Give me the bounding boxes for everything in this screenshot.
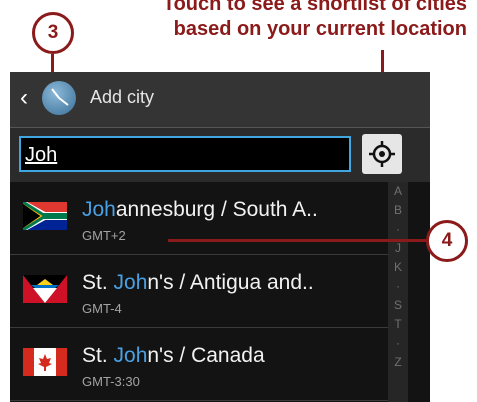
- index-letter[interactable]: K: [388, 258, 408, 277]
- city-match: Joh: [82, 198, 116, 221]
- index-letter[interactable]: ·: [388, 334, 408, 353]
- current-location-button[interactable]: [362, 134, 402, 174]
- city-gmt: GMT-3:30: [82, 374, 140, 389]
- callout-text: Touch to see a shortlist of cities based…: [87, 0, 467, 42]
- index-letter[interactable]: Z: [388, 353, 408, 372]
- antigua-flag-icon: [23, 275, 67, 303]
- page-title: Add city: [90, 87, 155, 107]
- index-letter[interactable]: B: [388, 201, 408, 220]
- city-row[interactable]: St. John's / Canada GMT-3:30: [10, 328, 388, 401]
- action-bar: ‹ Add city: [10, 72, 430, 128]
- callout-line-1: Touch to see a shortlist of cities: [162, 0, 467, 15]
- city-rest: n's / Canada: [147, 344, 265, 367]
- search-row: Joh: [10, 128, 430, 182]
- alphabet-index-scrollbar[interactable]: A B · J K · S T · Z: [388, 182, 408, 402]
- city-row[interactable]: Johannesburg / South A.. GMT+2: [10, 182, 388, 255]
- index-letter[interactable]: A: [388, 182, 408, 201]
- city-name: St. John's / Antigua and..: [82, 271, 314, 295]
- search-input-value: Joh: [25, 144, 58, 166]
- city-gmt: GMT+2: [82, 228, 126, 243]
- city-rest: annesburg / South A..: [115, 198, 318, 221]
- phone-screen: ‹ Add city Joh Johannesburg / South A.. …: [10, 72, 430, 402]
- step-badge-3: 3: [32, 12, 74, 54]
- city-gmt: GMT-4: [82, 301, 122, 316]
- index-letter[interactable]: ·: [388, 220, 408, 239]
- city-rest: n's / Antigua and..: [147, 271, 314, 294]
- city-match: Joh: [113, 344, 148, 367]
- city-search-input[interactable]: Joh: [19, 136, 351, 172]
- callout-line-4: [168, 239, 430, 242]
- city-prefix: St.: [82, 344, 114, 367]
- index-letter[interactable]: S: [388, 296, 408, 315]
- city-name: St. John's / Canada: [82, 344, 265, 368]
- world-clock-icon: [42, 81, 76, 115]
- city-match: Joh: [113, 271, 148, 294]
- city-list: Johannesburg / South A.. GMT+2 St. John'…: [10, 182, 388, 401]
- index-letter[interactable]: T: [388, 315, 408, 334]
- city-prefix: St.: [82, 271, 114, 294]
- canada-flag-icon: [23, 348, 67, 376]
- south-africa-flag-icon: [23, 202, 67, 230]
- city-row[interactable]: St. John's / Antigua and.. GMT-4: [10, 255, 388, 328]
- city-name: Johannesburg / South A..: [82, 198, 318, 222]
- chevron-left-icon[interactable]: ‹: [20, 84, 28, 112]
- callout-line-2: based on your current location: [173, 18, 467, 40]
- index-letter[interactable]: ·: [388, 277, 408, 296]
- crosshair-icon: [369, 141, 395, 167]
- step-badge-4: 4: [426, 220, 468, 262]
